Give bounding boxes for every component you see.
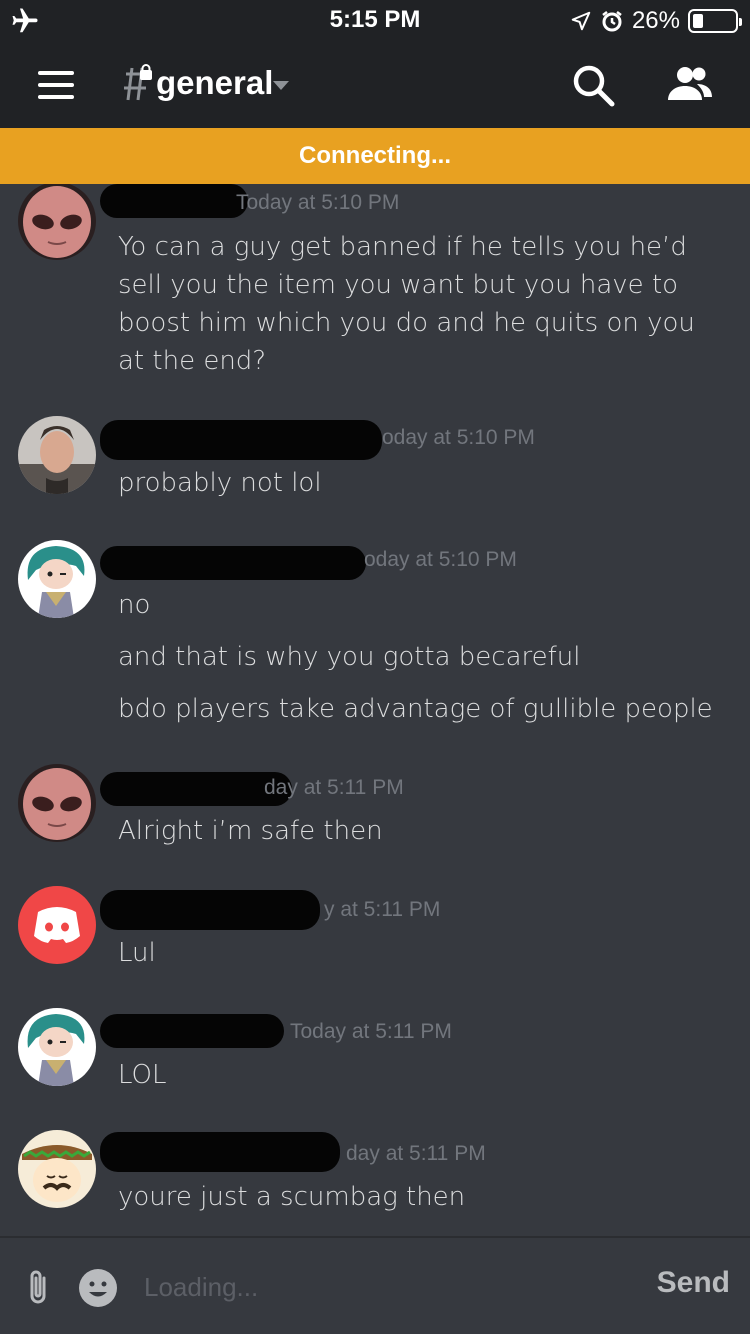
menu-icon[interactable] (38, 71, 74, 99)
status-bar: 5:15 PM 26% (0, 0, 750, 42)
message-text: bdo players take advantage of gullible p… (118, 694, 713, 724)
avatar[interactable] (18, 1008, 96, 1086)
message-list[interactable]: Today at 5:10 PM Yo can a guy get banned… (0, 184, 750, 1236)
message-text: LOL (118, 1060, 167, 1090)
members-icon[interactable] (664, 64, 714, 104)
locked-channel-icon (124, 64, 152, 101)
alarm-icon (602, 11, 622, 32)
avatar[interactable] (18, 1130, 96, 1208)
avatar[interactable] (18, 886, 96, 964)
redacted-username (100, 1132, 340, 1172)
emoji-icon[interactable] (78, 1268, 118, 1308)
message-timestamp: day at 5:11 PM (346, 1142, 486, 1165)
location-icon (571, 11, 591, 31)
send-button[interactable]: Send (657, 1266, 730, 1300)
alien-avatar-image (18, 764, 96, 842)
connecting-banner: Connecting... (0, 128, 750, 184)
redacted-username (100, 420, 382, 460)
avatar[interactable] (18, 184, 96, 260)
redacted-username (100, 890, 320, 930)
chevron-down-icon[interactable] (272, 80, 290, 92)
message-text: and that is why you gotta becareful (118, 642, 581, 672)
redacted-username (100, 1014, 284, 1048)
channel-name[interactable]: general (156, 64, 273, 102)
message-timestamp: Today at 5:11 PM (290, 1020, 452, 1043)
battery-fill (693, 14, 703, 28)
channel-header: general (0, 42, 750, 128)
redacted-username (100, 184, 248, 218)
alien-avatar-image (18, 184, 96, 260)
anime-avatar-image (18, 1008, 96, 1086)
message-timestamp: oday at 5:10 PM (382, 426, 535, 449)
anime-avatar-image (18, 540, 96, 618)
message-timestamp: Today at 5:10 PM (236, 191, 400, 214)
search-icon[interactable] (570, 62, 616, 108)
attachment-icon[interactable] (24, 1268, 52, 1308)
user-photo-avatar-image (18, 416, 96, 494)
message-text: Yo can a guy get banned if he tells you … (118, 232, 695, 376)
sombrero-avatar-image (18, 1130, 96, 1208)
avatar[interactable] (18, 764, 96, 842)
avatar[interactable] (18, 540, 96, 618)
message-text: no (118, 590, 151, 620)
message-text: Alright i’m safe then (118, 816, 383, 846)
message-input[interactable]: Loading... (144, 1272, 258, 1303)
message-input-bar: Loading... Send (0, 1236, 750, 1334)
message-text: probably not lol (118, 468, 322, 498)
redacted-username (100, 546, 366, 580)
battery-percent: 26% (631, 7, 680, 34)
message-text: Lul (118, 938, 156, 968)
avatar[interactable] (18, 416, 96, 494)
message-text: youre just a scumbag then (118, 1182, 466, 1212)
discord-logo-icon (18, 886, 96, 964)
message-timestamp: day at 5:11 PM (264, 776, 404, 799)
battery-icon (688, 9, 742, 33)
message-timestamp: oday at 5:10 PM (364, 548, 517, 571)
message-timestamp: y at 5:11 PM (324, 898, 441, 921)
